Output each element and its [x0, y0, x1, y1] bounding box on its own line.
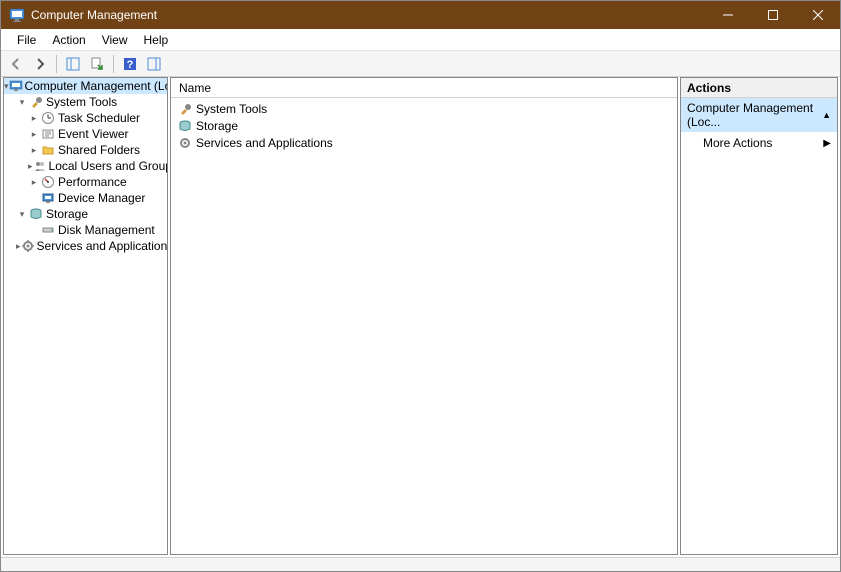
chevron-down-icon[interactable]: ▾	[16, 97, 28, 108]
tree-panel[interactable]: ▾ Computer Management (Local) ▾ System T…	[3, 77, 168, 555]
chevron-down-icon[interactable]: ▾	[16, 209, 28, 220]
shared-folders-icon	[40, 142, 56, 158]
tree-node-task-scheduler[interactable]: ▸ Task Scheduler	[4, 110, 167, 126]
menu-file[interactable]: File	[9, 30, 44, 50]
list-item-system-tools[interactable]: System Tools	[175, 100, 673, 117]
tree-node-services-apps[interactable]: ▸ Services and Applications	[4, 238, 167, 254]
toolbar-separator	[113, 55, 114, 73]
show-hide-action-pane-button[interactable]	[143, 53, 165, 75]
computer-management-icon	[9, 78, 23, 94]
tree-node-disk-management[interactable]: Disk Management	[4, 222, 167, 238]
svg-text:?: ?	[127, 59, 134, 71]
window-root: Computer Management File Action View Hel…	[0, 0, 841, 572]
disk-management-icon	[40, 222, 56, 238]
titlebar: Computer Management	[1, 1, 840, 29]
minimize-button[interactable]	[705, 1, 750, 29]
list-item-label: System Tools	[196, 102, 267, 116]
content-area: ▾ Computer Management (Local) ▾ System T…	[1, 77, 840, 557]
tree-node-local-users[interactable]: ▸ Local Users and Groups	[4, 158, 167, 174]
tree-label: Computer Management (Local)	[25, 79, 168, 93]
storage-icon	[28, 206, 44, 222]
list-item-label: Services and Applications	[196, 136, 333, 150]
show-hide-tree-button[interactable]	[62, 53, 84, 75]
actions-panel: Actions Computer Management (Loc... ▲ Mo…	[680, 77, 838, 555]
event-viewer-icon	[40, 126, 56, 142]
tree-label: Services and Applications	[37, 239, 168, 253]
tree-label: Local Users and Groups	[49, 159, 168, 173]
window-title: Computer Management	[31, 8, 157, 22]
export-list-button[interactable]	[86, 53, 108, 75]
menu-action[interactable]: Action	[44, 30, 93, 50]
statusbar	[1, 557, 840, 571]
help-button[interactable]: ?	[119, 53, 141, 75]
tree-label: Disk Management	[58, 223, 155, 237]
close-button[interactable]	[795, 1, 840, 29]
list-body[interactable]: System Tools Storage Services and Applic…	[171, 98, 677, 554]
tree-node-storage[interactable]: ▾ Storage	[4, 206, 167, 222]
app-icon	[9, 7, 25, 23]
toolbar: ?	[1, 51, 840, 77]
tree-node-device-manager[interactable]: Device Manager	[4, 190, 167, 206]
clock-icon	[40, 110, 56, 126]
chevron-right-icon[interactable]: ▸	[28, 129, 40, 140]
tree-node-event-viewer[interactable]: ▸ Event Viewer	[4, 126, 167, 142]
tree-label: Task Scheduler	[58, 111, 140, 125]
tree-node-performance[interactable]: ▸ Performance	[4, 174, 167, 190]
services-apps-icon	[21, 238, 35, 254]
tree-label: Device Manager	[58, 191, 145, 205]
toolbar-separator	[56, 55, 57, 73]
actions-more-actions[interactable]: More Actions ▶	[681, 132, 837, 154]
menu-help[interactable]: Help	[136, 30, 177, 50]
tree-node-shared-folders[interactable]: ▸ Shared Folders	[4, 142, 167, 158]
collapse-icon[interactable]: ▲	[822, 110, 831, 120]
menubar: File Action View Help	[1, 29, 840, 51]
menu-view[interactable]: View	[94, 30, 136, 50]
forward-button[interactable]	[29, 53, 51, 75]
actions-context-heading[interactable]: Computer Management (Loc... ▲	[681, 98, 837, 132]
chevron-right-icon[interactable]: ▸	[28, 145, 40, 156]
device-manager-icon	[40, 190, 56, 206]
actions-item-label: More Actions	[703, 136, 772, 150]
storage-icon	[177, 118, 193, 134]
maximize-button[interactable]	[750, 1, 795, 29]
tree-label: Performance	[58, 175, 127, 189]
users-icon	[33, 158, 47, 174]
list-item-storage[interactable]: Storage	[175, 117, 673, 134]
list-item-label: Storage	[196, 119, 238, 133]
tree-label: Shared Folders	[58, 143, 140, 157]
tree-label: System Tools	[46, 95, 117, 109]
actions-context-label: Computer Management (Loc...	[687, 101, 822, 129]
system-tools-icon	[28, 94, 44, 110]
tree-label: Storage	[46, 207, 88, 221]
services-apps-icon	[177, 135, 193, 151]
back-button[interactable]	[5, 53, 27, 75]
tree-node-root[interactable]: ▾ Computer Management (Local)	[4, 78, 167, 94]
list-header[interactable]: Name	[171, 78, 677, 98]
tree-label: Event Viewer	[58, 127, 128, 141]
performance-icon	[40, 174, 56, 190]
list-item-services-apps[interactable]: Services and Applications	[175, 134, 673, 151]
list-panel: Name System Tools Storage Services and A…	[170, 77, 678, 555]
chevron-right-icon[interactable]: ▸	[28, 177, 40, 188]
chevron-right-icon: ▶	[823, 138, 831, 149]
chevron-right-icon[interactable]: ▸	[28, 113, 40, 124]
actions-header: Actions	[681, 78, 837, 98]
system-tools-icon	[177, 101, 193, 117]
tree-node-system-tools[interactable]: ▾ System Tools	[4, 94, 167, 110]
column-name[interactable]: Name	[179, 81, 211, 95]
